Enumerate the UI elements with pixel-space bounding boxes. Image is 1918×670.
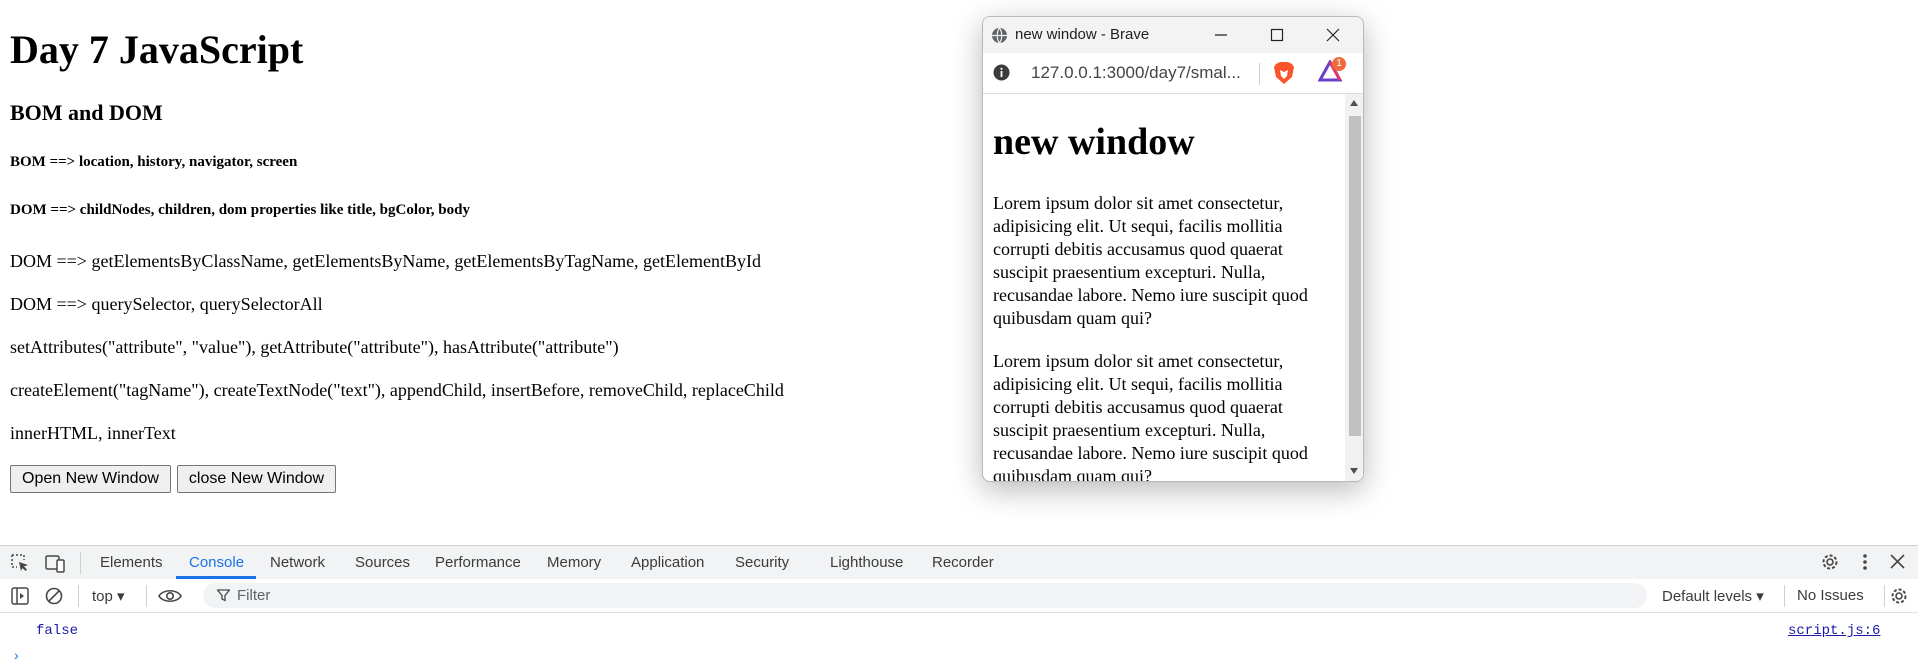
- log-levels-dropdown[interactable]: Default levels ▾: [1662, 587, 1764, 605]
- console-prompt-chevron-icon[interactable]: ›: [14, 647, 19, 663]
- tab-console[interactable]: Console: [189, 554, 244, 571]
- scroll-up-icon[interactable]: [1350, 100, 1358, 106]
- maximize-button[interactable]: [1249, 17, 1305, 53]
- brave-shields-icon[interactable]: [1273, 61, 1295, 90]
- more-options-icon[interactable]: [1862, 552, 1868, 577]
- console-settings-icon[interactable]: [1889, 586, 1909, 611]
- popup-paragraph: Lorem ipsum dolor sit amet consectetur, …: [993, 193, 1308, 328]
- filter-placeholder: Filter: [237, 587, 271, 604]
- scrollbar-thumb[interactable]: [1349, 116, 1361, 436]
- toolbar-divider: [1784, 585, 1785, 607]
- toolbar-divider: [78, 585, 79, 607]
- issues-counter[interactable]: No Issues: [1797, 587, 1864, 604]
- toolbar-divider: [80, 552, 81, 574]
- filter-icon: [217, 589, 230, 602]
- tab-elements[interactable]: Elements: [100, 554, 163, 571]
- rewards-badge: 1: [1332, 57, 1346, 71]
- text-line: DOM ==> getElementsByClassName, getEleme…: [10, 251, 762, 271]
- popup-window: new window - Brave 127.0.0.1:3000/day7/s…: [982, 16, 1364, 482]
- page-title: Day 7 JavaScript: [10, 27, 304, 72]
- context-label: top: [92, 588, 113, 605]
- globe-icon: [991, 27, 1008, 49]
- console-source-link[interactable]: script.js:6: [1788, 623, 1880, 639]
- close-devtools-icon[interactable]: [1890, 554, 1905, 574]
- console-log-value: false: [36, 623, 79, 639]
- text-line: createElement("tagName"), createTextNode…: [10, 380, 784, 400]
- popup-title-bar[interactable]: new window - Brave: [983, 17, 1363, 53]
- address-separator: [1259, 63, 1260, 85]
- scroll-down-icon[interactable]: [1350, 468, 1358, 474]
- popup-window-title: new window - Brave: [1015, 26, 1150, 43]
- text-line: setAttributes("attribute", "value"), get…: [10, 337, 619, 357]
- minimize-button[interactable]: [1193, 17, 1249, 53]
- dom-heading: DOM ==> childNodes, children, dom proper…: [10, 202, 470, 218]
- tab-memory[interactable]: Memory: [547, 554, 601, 571]
- popup-viewport: new window Lorem ipsum dolor sit amet co…: [983, 94, 1345, 481]
- minimize-icon: [1215, 34, 1227, 36]
- tab-sources[interactable]: Sources: [355, 554, 410, 571]
- open-window-button[interactable]: Open New Window: [10, 465, 171, 493]
- live-expression-eye-icon[interactable]: [158, 588, 182, 609]
- tab-application[interactable]: Application: [631, 554, 704, 571]
- tab-security[interactable]: Security: [735, 554, 789, 571]
- console-toolbar: top ▾ Filter Default levels ▾ No Issues: [0, 579, 1918, 613]
- tab-performance[interactable]: Performance: [435, 554, 521, 571]
- tab-network[interactable]: Network: [270, 554, 325, 571]
- tab-lighthouse[interactable]: Lighthouse: [830, 554, 903, 571]
- toolbar-divider: [1884, 585, 1885, 607]
- maximize-icon: [1270, 28, 1284, 42]
- settings-gear-icon[interactable]: [1820, 552, 1840, 577]
- device-toolbar-icon[interactable]: [45, 554, 65, 578]
- sidebar-toggle-icon[interactable]: [11, 587, 29, 610]
- clear-console-icon[interactable]: [45, 587, 63, 610]
- bom-heading: BOM ==> location, history, navigator, sc…: [10, 154, 298, 170]
- popup-paragraph: Lorem ipsum dolor sit amet consectetur, …: [993, 351, 1308, 481]
- filter-input[interactable]: Filter: [203, 583, 1647, 608]
- page-subtitle: BOM and DOM: [10, 100, 163, 125]
- popup-address-bar: 127.0.0.1:3000/day7/smal... 1: [983, 53, 1363, 94]
- toolbar-divider: [146, 585, 147, 607]
- popup-heading: new window: [993, 121, 1195, 163]
- inspect-element-icon[interactable]: [11, 554, 30, 578]
- devtools-tab-bar: Elements Console Network Sources Perform…: [0, 545, 1918, 580]
- close-icon: [1326, 28, 1340, 42]
- popup-scrollbar[interactable]: [1345, 94, 1363, 481]
- text-line: innerHTML, innerText: [10, 423, 176, 443]
- tab-recorder[interactable]: Recorder: [932, 554, 994, 571]
- context-selector[interactable]: top ▾: [92, 587, 125, 605]
- close-window-button[interactable]: close New Window: [177, 465, 336, 493]
- log-levels-label: Default levels: [1662, 588, 1753, 605]
- site-info-icon[interactable]: [993, 64, 1010, 86]
- url-text[interactable]: 127.0.0.1:3000/day7/smal...: [1031, 63, 1256, 83]
- window-close-button[interactable]: [1305, 17, 1361, 53]
- text-line: DOM ==> querySelector, querySelectorAll: [10, 294, 323, 314]
- devtools-panel: Elements Console Network Sources Perform…: [0, 545, 1918, 670]
